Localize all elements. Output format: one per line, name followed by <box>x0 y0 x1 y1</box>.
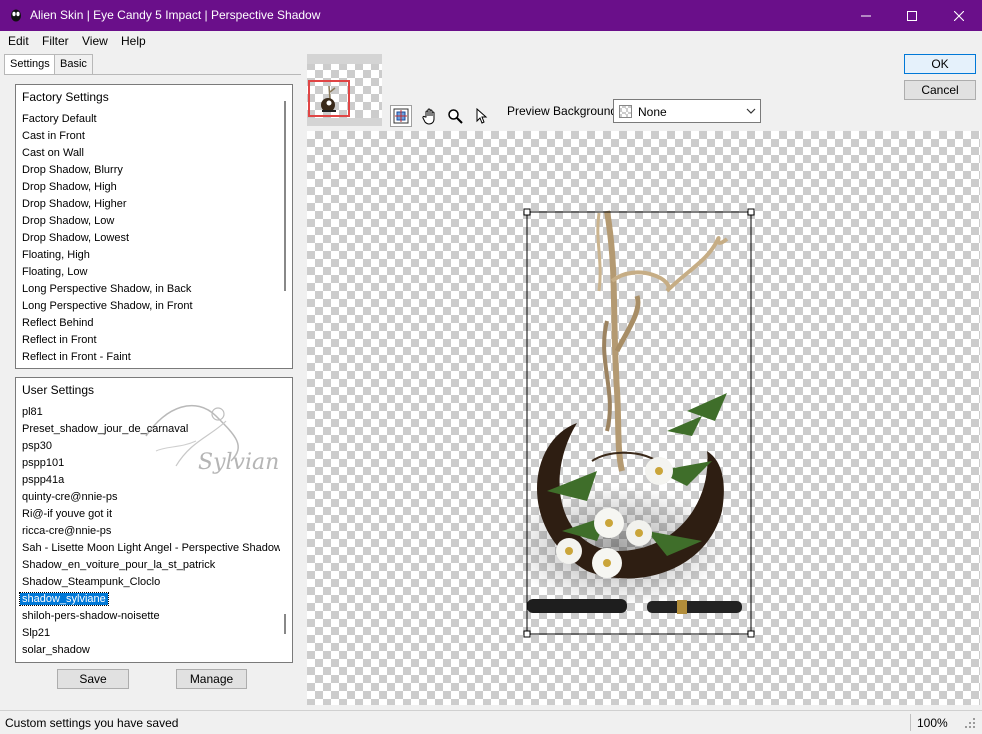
list-item[interactable]: Drop Shadow, Higher <box>16 196 280 213</box>
corner-handle[interactable] <box>523 208 531 216</box>
list-item[interactable]: shiloh-pers-shadow-noisette <box>16 608 280 625</box>
resize-grip-icon[interactable] <box>964 717 976 729</box>
tab-basic[interactable]: Basic <box>54 54 93 74</box>
corner-handle[interactable] <box>747 630 755 638</box>
pointer-tool-button[interactable] <box>470 105 492 127</box>
list-item[interactable]: Preset_shadow_jour_de_carnaval <box>16 421 280 438</box>
zoom-tool-icon <box>448 109 463 124</box>
list-item[interactable]: Factory Default <box>16 111 280 128</box>
maximize-icon <box>907 10 917 21</box>
close-button[interactable] <box>936 0 982 31</box>
title-bar: Alien Skin | Eye Candy 5 Impact | Perspe… <box>0 0 982 31</box>
list-item[interactable]: Drop Shadow, High <box>16 179 280 196</box>
ok-button[interactable]: OK <box>904 54 976 74</box>
list-item[interactable]: Shadow_en_voiture_pour_la_st_patrick <box>16 557 280 574</box>
navigator-viewport-frame[interactable] <box>308 80 350 117</box>
list-item[interactable]: Drop Shadow, Low <box>16 213 280 230</box>
hand-tool-button[interactable] <box>419 105 441 127</box>
user-settings-list[interactable]: Sylviane User Settings pl81 Preset_shado… <box>15 377 293 663</box>
menu-view[interactable]: View <box>82 34 108 48</box>
list-item[interactable]: Long Perspective Shadow, in Back <box>16 281 280 298</box>
list-item[interactable]: Long Perspective Shadow, in Front <box>16 298 280 315</box>
close-icon <box>954 10 964 21</box>
chevron-down-icon <box>746 108 756 114</box>
list-item[interactable]: pspp101 <box>16 455 280 472</box>
maximize-button[interactable] <box>889 0 935 31</box>
pointer-tool-icon <box>476 108 488 124</box>
navigator-border-top <box>307 54 382 64</box>
menu-help[interactable]: Help <box>121 34 146 48</box>
status-divider <box>910 714 911 731</box>
list-item[interactable]: Shadow_Steampunk_Cloclo <box>16 574 280 591</box>
corner-handle[interactable] <box>747 208 755 216</box>
list-item[interactable]: Sah - Lisette Moon Light Angel - Perspec… <box>16 540 282 557</box>
factory-scrollbar[interactable] <box>280 85 292 368</box>
scroll-thumb[interactable] <box>284 614 286 634</box>
corner-handle[interactable] <box>523 630 531 638</box>
list-item[interactable]: Drop Shadow, Lowest <box>16 230 280 247</box>
user-scrollbar[interactable] <box>280 378 292 662</box>
list-item[interactable]: Reflect in Front <box>16 332 280 349</box>
window-title: Alien Skin | Eye Candy 5 Impact | Perspe… <box>30 8 321 22</box>
minimize-icon <box>861 15 871 16</box>
user-settings-header: User Settings <box>22 383 95 397</box>
list-item[interactable]: quinty-cre@nnie-ps <box>16 489 280 506</box>
list-item[interactable]: Slp21 <box>16 625 280 642</box>
list-item[interactable]: Cast in Front <box>16 128 280 145</box>
list-item[interactable]: Ri@-if youve got it <box>16 506 280 523</box>
list-item[interactable]: Drop Shadow, Blurry <box>16 162 280 179</box>
list-item[interactable]: Cast on Wall <box>16 145 280 162</box>
selected-label: shadow_sylviane <box>19 592 109 606</box>
scroll-thumb[interactable] <box>284 101 286 291</box>
menu-bar: Edit Filter View Help <box>0 31 982 51</box>
list-item[interactable]: Floating, Low <box>16 264 280 281</box>
menu-filter[interactable]: Filter <box>42 34 69 48</box>
manage-button[interactable]: Manage <box>176 669 247 689</box>
list-item[interactable]: pl81 <box>16 404 280 421</box>
list-item[interactable]: pspp41a <box>16 472 280 489</box>
hand-tool-icon <box>422 108 435 125</box>
list-item-selected[interactable]: shadow_sylviane <box>16 591 280 608</box>
save-button[interactable]: Save <box>57 669 129 689</box>
preview-background-value: None <box>638 105 667 119</box>
app-icon <box>11 9 21 22</box>
navigate-tool-button[interactable] <box>390 105 412 127</box>
preview-image[interactable] <box>307 131 980 705</box>
factory-settings-list[interactable]: Factory Settings Factory Default Cast in… <box>15 84 293 369</box>
list-item[interactable]: ricca-cre@nnie-ps <box>16 523 280 540</box>
background-swatch <box>619 105 632 118</box>
list-item[interactable]: Reflect in Front - Faint <box>16 349 280 366</box>
cancel-button[interactable]: Cancel <box>904 80 976 100</box>
minimize-button[interactable] <box>843 0 889 31</box>
zoom-tool-button[interactable] <box>444 105 466 127</box>
status-bar: Custom settings you have saved 100% <box>0 710 982 734</box>
tab-settings[interactable]: Settings <box>4 54 56 75</box>
zoom-level: 100% <box>917 716 948 730</box>
list-item[interactable]: Reflect Behind <box>16 315 280 332</box>
status-text: Custom settings you have saved <box>5 716 179 730</box>
list-item[interactable]: Floating, High <box>16 247 280 264</box>
factory-settings-header: Factory Settings <box>22 90 109 104</box>
menu-edit[interactable]: Edit <box>8 34 29 48</box>
navigate-tool-icon <box>393 108 409 124</box>
navigator-border-bottom <box>307 118 382 126</box>
preview-background-label: Preview Background: <box>507 104 621 118</box>
list-item[interactable]: psp30 <box>16 438 280 455</box>
list-item[interactable]: solar_shadow <box>16 642 280 659</box>
preview-background-select[interactable]: None <box>613 99 761 123</box>
